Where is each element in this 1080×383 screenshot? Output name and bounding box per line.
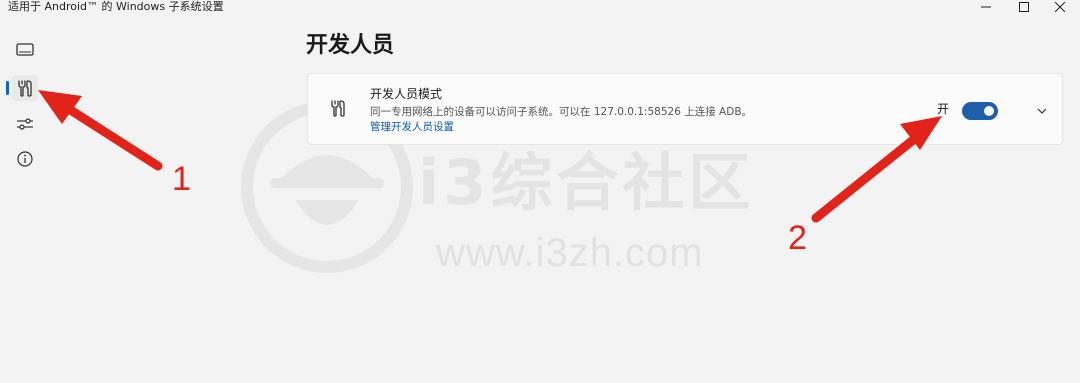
annotation-number-1: 1 [172,160,191,198]
arrow-2 [811,116,942,223]
annotation-arrows [38,90,942,223]
annotation-number-2: 2 [788,219,807,257]
arrow-1 [38,90,163,171]
